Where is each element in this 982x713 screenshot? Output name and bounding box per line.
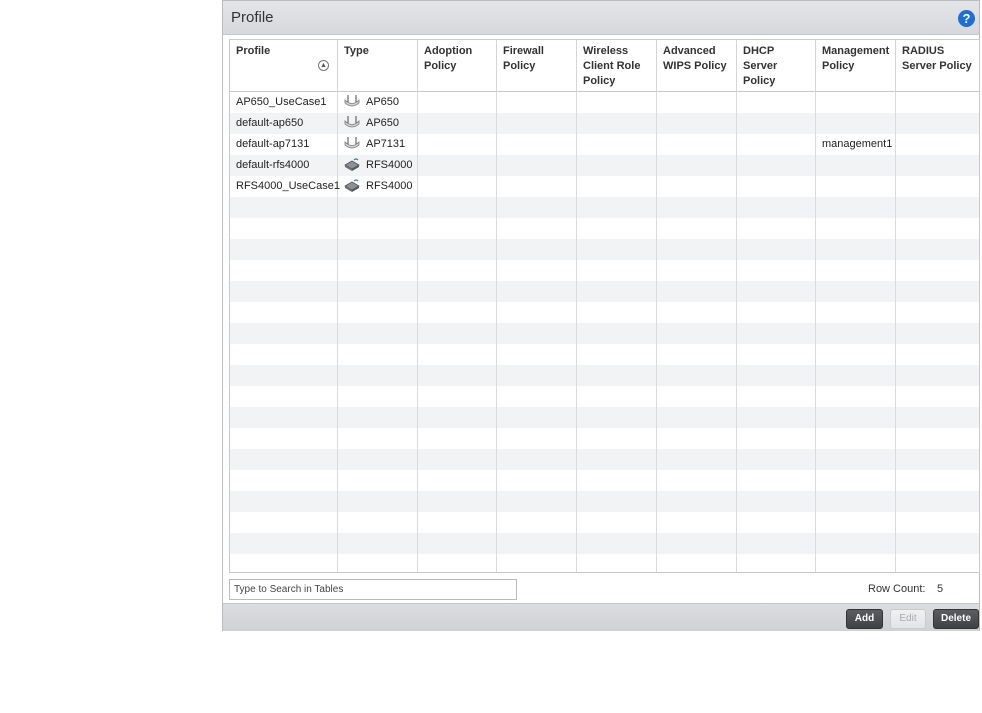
cell-type: AP650 (338, 113, 399, 134)
edit-button[interactable]: Edit (890, 609, 926, 629)
cell-type-label: AP650 (366, 117, 400, 129)
cell-profile: default-rfs4000 (236, 159, 310, 171)
panel-header: Profile ? (223, 1, 979, 35)
table-row-background (230, 533, 979, 554)
cell-profile: default-ap7131 (236, 138, 310, 150)
add-button[interactable]: Add (846, 609, 883, 629)
table-row[interactable]: RFS4000_UseCase1 RFS4000 (230, 176, 979, 197)
cell-type: AP7131 (338, 134, 405, 155)
access-point-icon (344, 115, 360, 127)
table-search-input[interactable] (229, 579, 517, 600)
cell-type-label: RFS4000 (366, 159, 413, 171)
column-header-wireless-client-role-policy[interactable]: Wireless Client Role Policy (577, 40, 657, 91)
access-point-icon (344, 136, 360, 148)
table-row-background (230, 365, 979, 386)
table-row[interactable]: default-ap7131 AP7131 management1 (230, 134, 979, 155)
table-row-background (230, 302, 979, 323)
table-row[interactable]: default-rfs4000 RFS4000 (230, 155, 979, 176)
cell-type: RFS4000 (338, 176, 412, 197)
table-row-background (230, 449, 979, 470)
table-row-background (230, 281, 979, 302)
column-header-dhcp-server-policy[interactable]: DHCP Server Policy (737, 40, 816, 91)
table-row-background (230, 491, 979, 512)
panel-title: Profile (231, 9, 274, 26)
column-header-advanced-wips-policy[interactable]: Advanced WIPS Policy (657, 40, 737, 91)
table-row-background (230, 554, 979, 572)
column-header-label: Profile (236, 45, 271, 57)
profile-table: Profile ▲ Type Adoption Policy Firewall … (229, 39, 980, 573)
delete-button[interactable]: Delete (933, 609, 979, 629)
column-header-management-policy[interactable]: Management Policy (816, 40, 896, 91)
cell-profile: AP650_UseCase1 (236, 96, 327, 108)
sort-ascending-icon[interactable]: ▲ (318, 60, 329, 71)
table-row[interactable]: AP650_UseCase1 AP650 (230, 92, 979, 113)
column-header-profile[interactable]: Profile ▲ (230, 40, 338, 91)
cell-management-policy: management1 (822, 138, 893, 150)
help-icon[interactable]: ? (958, 10, 975, 27)
table-row-background (230, 407, 979, 428)
column-header-firewall-policy[interactable]: Firewall Policy (497, 40, 577, 91)
wireless-controller-icon (344, 157, 360, 171)
table-row-background (230, 218, 979, 239)
column-header-adoption-policy[interactable]: Adoption Policy (418, 40, 497, 91)
table-row-background (230, 386, 979, 407)
table-row-background (230, 344, 979, 365)
table-header: Profile ▲ Type Adoption Policy Firewall … (230, 40, 979, 92)
wireless-controller-icon (344, 178, 360, 192)
cell-type: RFS4000 (338, 155, 412, 176)
table-row[interactable]: default-ap650 AP650 (230, 113, 979, 134)
cell-type-label: AP7131 (366, 138, 406, 150)
table-row-background (230, 260, 979, 281)
button-bar: Add Edit Delete (223, 603, 979, 631)
cell-profile: RFS4000_UseCase1 (236, 180, 340, 192)
cell-type: AP650 (338, 92, 399, 113)
table-row-background (230, 428, 979, 449)
cell-profile: default-ap650 (236, 117, 304, 129)
table-row-background (230, 470, 979, 491)
table-row-background (230, 197, 979, 218)
profile-panel: Profile ? Profile ▲ Type Adoption Policy… (222, 0, 980, 631)
row-count-value: 5 (937, 583, 944, 595)
table-row-background (230, 323, 979, 344)
row-count-label: Row Count: (868, 583, 926, 595)
table-row-background (230, 512, 979, 533)
access-point-icon (344, 94, 360, 106)
table-row-background (230, 239, 979, 260)
column-header-type[interactable]: Type (338, 40, 418, 91)
column-header-radius-server-policy[interactable]: RADIUS Server Policy (896, 40, 979, 91)
cell-type-label: AP650 (366, 96, 400, 108)
cell-type-label: RFS4000 (366, 180, 413, 192)
table-body: AP650_UseCase1 AP650 default-ap650 AP650… (230, 92, 979, 572)
